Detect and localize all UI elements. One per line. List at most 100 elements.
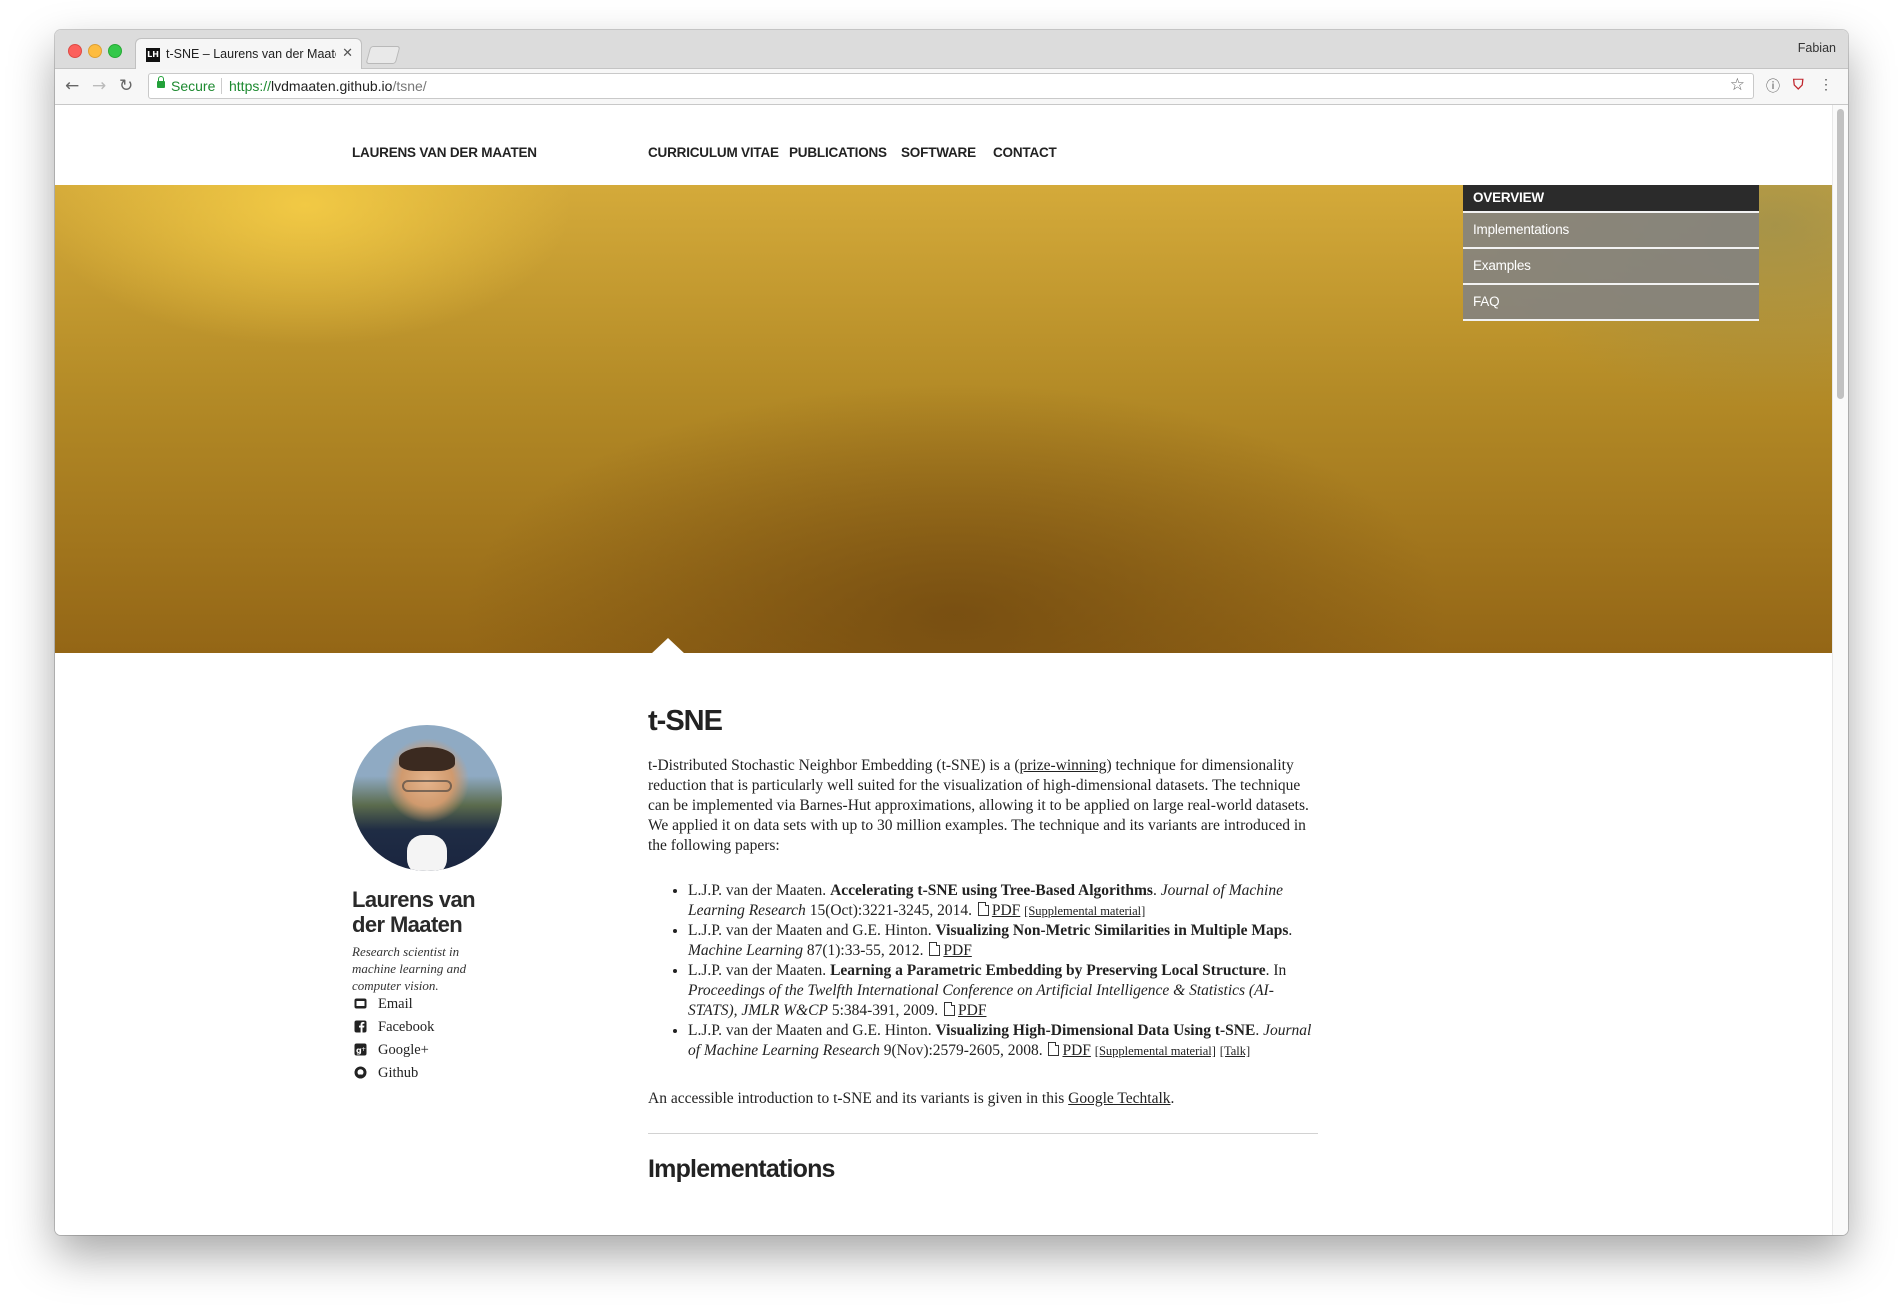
- url-path: /tsne/: [392, 78, 427, 94]
- facebook-icon: [354, 1020, 367, 1033]
- site-header: LAURENS VAN DER MAATEN CURRICULUM VITAE …: [55, 105, 1833, 185]
- browser-toolbar: ← → ↻ Secure https://lvdmaaten.github.io…: [55, 69, 1848, 105]
- profile-name[interactable]: Fabian: [1798, 41, 1836, 55]
- google-techtalk-link[interactable]: Google Techtalk: [1068, 1090, 1170, 1107]
- avatar-shirt: [407, 835, 447, 871]
- tab-title: t-SNE – Laurens van der Maaten: [166, 47, 336, 61]
- paper-venue-prefix: .: [1152, 882, 1161, 899]
- paper-venue: Machine Learning: [688, 942, 803, 959]
- paper-authors: L.J.P. van der Maaten and G.E. Hinton.: [688, 922, 936, 939]
- browser-tab[interactable]: LH t-SNE – Laurens van der Maaten ✕: [135, 38, 362, 70]
- scrollbar-thumb[interactable]: [1837, 109, 1844, 399]
- close-window-button[interactable]: [68, 44, 82, 58]
- profile-name-heading: Laurens van der Maaten: [352, 887, 476, 937]
- pdf-link[interactable]: PDF: [1062, 1042, 1090, 1059]
- avatar-hair: [399, 747, 455, 771]
- github-icon: [354, 1066, 367, 1079]
- lock-icon: [157, 76, 165, 88]
- google-plus-link[interactable]: g + Google+: [354, 1039, 434, 1062]
- techtalk-paragraph: An accessible introduction to t-SNE and …: [648, 1089, 1318, 1109]
- paper-title: Learning a Parametric Embedding by Prese…: [830, 962, 1266, 979]
- list-item: L.J.P. van der Maaten. Learning a Parame…: [688, 961, 1318, 1021]
- supplemental-material-link[interactable]: [Supplemental material]: [1024, 904, 1145, 918]
- list-item: L.J.P. van der Maaten and G.E. Hinton. V…: [688, 1021, 1318, 1061]
- pdf-file-icon: [929, 942, 941, 956]
- section-subnav: OVERVIEW Implementations Examples FAQ: [1463, 185, 1759, 321]
- ublock-shield-icon[interactable]: ⛉: [1793, 76, 1804, 93]
- address-bar[interactable]: Secure https://lvdmaaten.github.io/tsne/…: [148, 73, 1754, 99]
- paper-venue-prefix: .: [1255, 1022, 1264, 1039]
- pdf-link[interactable]: PDF: [958, 1002, 986, 1019]
- menu-dots-icon[interactable]: ⋮: [1819, 76, 1833, 93]
- minimize-window-button[interactable]: [88, 44, 102, 58]
- paper-title: Visualizing High-Dimensional Data Using …: [935, 1022, 1256, 1039]
- paper-details: 87(1):33-55, 2012.: [802, 942, 928, 959]
- hero-caret: [651, 638, 685, 654]
- list-item: L.J.P. van der Maaten and G.E. Hinton. V…: [688, 921, 1318, 961]
- secure-label: Secure: [171, 78, 216, 94]
- talk-link[interactable]: [Talk]: [1220, 1044, 1250, 1058]
- svg-text:+: +: [361, 1046, 366, 1053]
- url-scheme: https://: [229, 78, 272, 94]
- main-content: t-SNE t-Distributed Stochastic Neighbor …: [648, 705, 1318, 1184]
- page-title: t-SNE: [648, 705, 723, 737]
- browser-window: LH t-SNE – Laurens van der Maaten ✕ Fabi…: [55, 30, 1848, 1235]
- github-link-label: Github: [378, 1065, 419, 1081]
- paper-title: Accelerating t-SNE using Tree-Based Algo…: [830, 882, 1153, 899]
- page-viewport: LAURENS VAN DER MAATEN CURRICULUM VITAE …: [55, 105, 1833, 1235]
- paper-title: Visualizing Non-Metric Similarities in M…: [935, 922, 1289, 939]
- page-scrollbar[interactable]: [1832, 105, 1848, 1235]
- supplemental-material-link[interactable]: [Supplemental material]: [1095, 1044, 1216, 1058]
- url-text[interactable]: https://lvdmaaten.github.io/tsne/: [229, 78, 427, 94]
- pdf-file-icon: [944, 1002, 956, 1016]
- subnav-overview[interactable]: OVERVIEW: [1463, 185, 1759, 213]
- bookmark-star-icon[interactable]: ☆: [1730, 75, 1745, 95]
- avatar-glasses: [402, 780, 452, 792]
- menu-software[interactable]: SOFTWARE: [901, 145, 976, 160]
- pdf-link[interactable]: PDF: [992, 902, 1020, 919]
- forward-arrow-icon[interactable]: →: [92, 76, 106, 96]
- papers-list: L.J.P. van der Maaten. Accelerating t-SN…: [648, 881, 1318, 1061]
- paper-details: 5:384-391, 2009.: [827, 1002, 943, 1019]
- back-arrow-icon[interactable]: ←: [65, 76, 79, 96]
- paper-venue-prefix: .: [1288, 922, 1293, 939]
- menu-publications[interactable]: PUBLICATIONS: [789, 145, 887, 160]
- paper-venue-prefix: . In: [1265, 962, 1287, 979]
- paper-authors: L.J.P. van der Maaten and G.E. Hinton.: [688, 1022, 936, 1039]
- section-divider: [648, 1133, 1318, 1134]
- facebook-link-label: Facebook: [378, 1019, 435, 1035]
- menu-curriculum-vitae[interactable]: CURRICULUM VITAE: [648, 145, 779, 160]
- paper-details: 9(Nov):2579-2605, 2008.: [879, 1042, 1047, 1059]
- site-favicon-icon: LH: [146, 48, 160, 62]
- intro-text-start: t-Distributed Stochastic Neighbor Embedd…: [648, 757, 1020, 774]
- profile-links: Email Facebook g + Google+ Github: [354, 993, 434, 1085]
- google-plus-icon: g +: [354, 1043, 367, 1056]
- paper-authors: L.J.P. van der Maaten.: [688, 882, 831, 899]
- facebook-link[interactable]: Facebook: [354, 1016, 434, 1039]
- subnav-examples[interactable]: Examples: [1463, 249, 1759, 285]
- github-link[interactable]: Github: [354, 1062, 434, 1085]
- pdf-file-icon: [1048, 1042, 1060, 1056]
- info-icon[interactable]: ⓘ: [1766, 76, 1780, 96]
- list-item: L.J.P. van der Maaten. Accelerating t-SN…: [688, 881, 1318, 921]
- subnav-faq[interactable]: FAQ: [1463, 285, 1759, 321]
- zoom-window-button[interactable]: [108, 44, 122, 58]
- menu-contact[interactable]: CONTACT: [993, 145, 1057, 160]
- paper-authors: L.J.P. van der Maaten.: [688, 962, 831, 979]
- url-host: lvdmaaten.github.io: [271, 78, 393, 94]
- pdf-file-icon: [977, 902, 989, 916]
- reload-icon[interactable]: ↻: [119, 76, 133, 96]
- tab-close-icon[interactable]: ✕: [342, 45, 353, 61]
- google-plus-link-label: Google+: [378, 1042, 429, 1058]
- envelope-icon: [354, 998, 367, 1009]
- prize-winning-link[interactable]: prize-winning: [1020, 757, 1107, 774]
- profile-bio: Research scientist in machine learning a…: [352, 944, 467, 993]
- email-link[interactable]: Email: [354, 993, 434, 1016]
- techtalk-end: .: [1170, 1090, 1175, 1107]
- techtalk-text: An accessible introduction to t-SNE and …: [648, 1090, 1069, 1107]
- new-tab-button[interactable]: [365, 46, 401, 64]
- intro-paragraph: t-Distributed Stochastic Neighbor Embedd…: [648, 756, 1318, 856]
- subnav-implementations[interactable]: Implementations: [1463, 213, 1759, 249]
- pdf-link[interactable]: PDF: [943, 942, 971, 959]
- site-brand-link[interactable]: LAURENS VAN DER MAATEN: [352, 145, 537, 160]
